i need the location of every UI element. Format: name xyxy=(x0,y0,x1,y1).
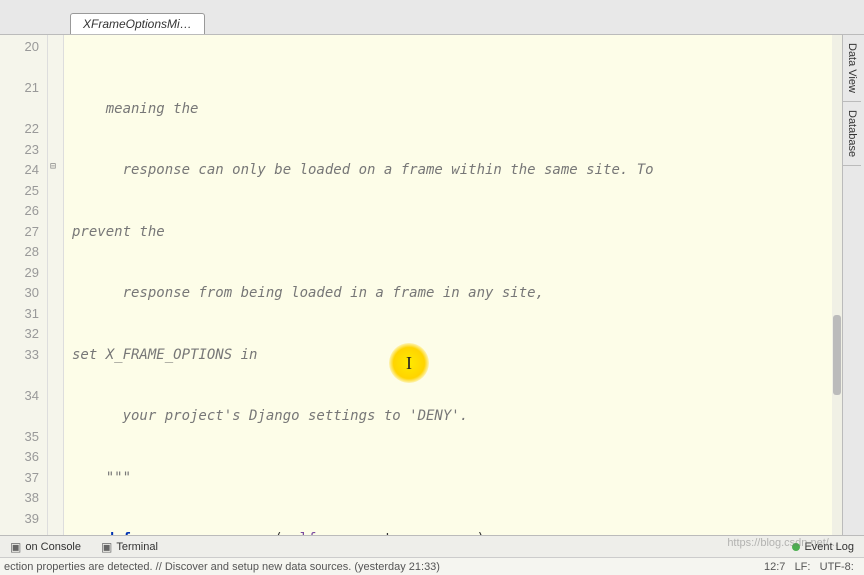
code-area[interactable]: meaning the response can only be loaded … xyxy=(64,35,864,540)
scrollbar-thumb[interactable] xyxy=(833,315,841,395)
info-bar: ection properties are detected. // Disco… xyxy=(0,557,864,575)
line-number: 29 xyxy=(0,263,39,284)
info-right: 12:7 LF: UTF-8: xyxy=(764,561,860,573)
line-number: 24 xyxy=(0,160,39,181)
console-tool[interactable]: ▣ on Console xyxy=(0,540,91,554)
line-number xyxy=(0,365,39,386)
tab-bar: XFrameOptionsMi… xyxy=(0,0,864,35)
line-number: 37 xyxy=(0,468,39,489)
file-encoding[interactable]: UTF-8: xyxy=(820,561,854,573)
watermark: https://blog.csdn.net/... xyxy=(727,537,838,549)
line-gutter: 20 21 22 23 24 25 26 27 28 29 30 31 32 3… xyxy=(0,35,48,540)
line-number: 22 xyxy=(0,119,39,140)
console-label: on Console xyxy=(25,541,81,553)
line-number: 26 xyxy=(0,201,39,222)
line-number: 32 xyxy=(0,324,39,345)
code-line: prevent the xyxy=(72,222,864,243)
line-separator[interactable]: LF: xyxy=(795,561,811,573)
terminal-icon: ▣ xyxy=(101,540,112,554)
code-line: response from being loaded in a frame in… xyxy=(72,283,864,304)
line-number: 20 xyxy=(0,37,39,58)
info-message: ection properties are detected. // Disco… xyxy=(4,561,440,573)
database-tab[interactable]: Database xyxy=(843,102,861,166)
line-number: 21 xyxy=(0,78,39,99)
code-line: response can only be loaded on a frame w… xyxy=(72,160,864,181)
code-line: set X_FRAME_OPTIONS in xyxy=(72,345,864,366)
line-number: 25 xyxy=(0,181,39,202)
editor: 20 21 22 23 24 25 26 27 28 29 30 31 32 3… xyxy=(0,35,864,540)
file-tab[interactable]: XFrameOptionsMi… xyxy=(70,13,205,34)
line-number: 35 xyxy=(0,427,39,448)
line-number xyxy=(0,99,39,120)
line-number: 33 xyxy=(0,345,39,366)
line-number: 39 xyxy=(0,509,39,530)
cursor-position[interactable]: 12:7 xyxy=(764,561,785,573)
line-number: 34 xyxy=(0,386,39,407)
data-view-tab[interactable]: Data View xyxy=(843,35,861,102)
line-number xyxy=(0,58,39,79)
line-number xyxy=(0,406,39,427)
code-line: """ xyxy=(72,468,864,489)
terminal-label: Terminal xyxy=(116,541,158,553)
line-number: 23 xyxy=(0,140,39,161)
line-number: 30 xyxy=(0,283,39,304)
fold-column: ⊟ xyxy=(48,35,64,540)
line-number: 31 xyxy=(0,304,39,325)
code-line: your project's Django settings to 'DENY'… xyxy=(72,406,864,427)
right-tool-tabs: Data View Database xyxy=(842,35,864,540)
text-cursor xyxy=(389,343,429,383)
terminal-tool[interactable]: ▣ Terminal xyxy=(91,540,168,554)
scrollbar-track[interactable] xyxy=(832,35,842,540)
line-number: 27 xyxy=(0,222,39,243)
line-number: 36 xyxy=(0,447,39,468)
line-number: 28 xyxy=(0,242,39,263)
line-number: 38 xyxy=(0,488,39,509)
fold-marker-icon[interactable]: ⊟ xyxy=(50,161,60,171)
code-line: meaning the xyxy=(72,99,864,120)
console-icon: ▣ xyxy=(10,540,21,554)
